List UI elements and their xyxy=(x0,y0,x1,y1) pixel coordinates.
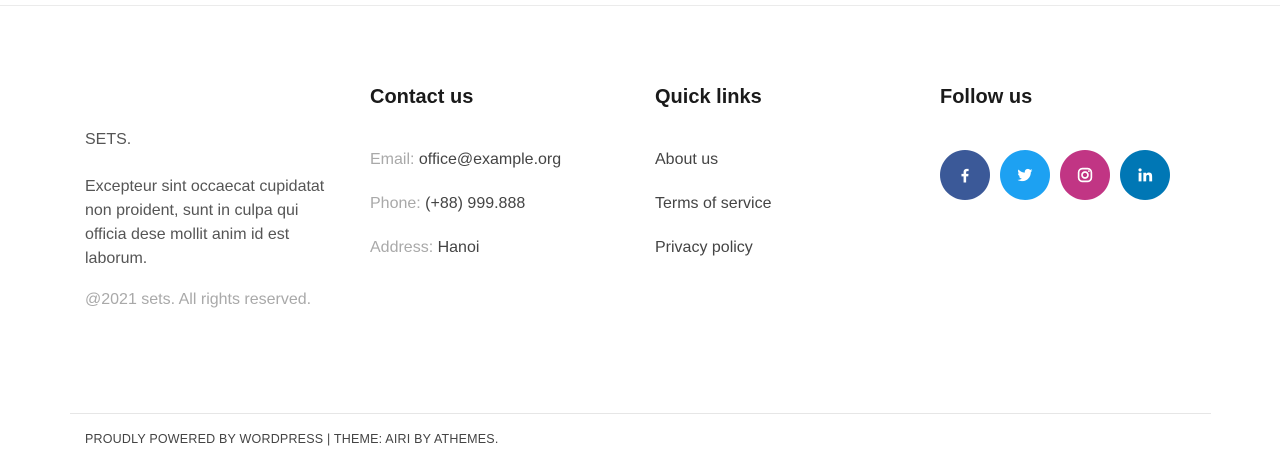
linkedin-button[interactable] xyxy=(1120,150,1170,200)
credits-suffix: . xyxy=(494,432,499,446)
top-divider xyxy=(0,5,1280,6)
twitter-icon xyxy=(1017,168,1033,182)
bottom-divider xyxy=(70,413,1211,414)
contact-email: Email: office@example.org xyxy=(370,151,561,169)
follow-title: Follow us xyxy=(940,86,1033,108)
address-label: Address: xyxy=(370,239,434,256)
wordpress-link[interactable]: WORDPRESS xyxy=(240,432,324,446)
email-label: Email: xyxy=(370,151,415,168)
contact-phone: Phone: (+88) 999.888 xyxy=(370,195,525,213)
linkedin-icon xyxy=(1138,168,1153,182)
phone-label: Phone: xyxy=(370,195,421,212)
athemes-link[interactable]: ATHEMES xyxy=(434,432,495,446)
site-credits: PROUDLY POWERED BY WORDPRESS | THEME: AI… xyxy=(85,432,499,446)
credits-by: BY xyxy=(410,432,434,446)
address-value: Hanoi xyxy=(437,239,480,256)
footer-copyright: @2021 sets. All rights reserved. xyxy=(85,291,312,308)
instagram-button[interactable] xyxy=(1060,150,1110,200)
link-about-us[interactable]: About us xyxy=(655,151,718,169)
quick-links-title: Quick links xyxy=(655,86,762,108)
facebook-button[interactable] xyxy=(940,150,990,200)
link-privacy-policy[interactable]: Privacy policy xyxy=(655,239,753,257)
contact-title: Contact us xyxy=(370,86,474,108)
theme-name: AIRI xyxy=(385,432,411,446)
credits-prefix: PROUDLY POWERED BY xyxy=(85,432,240,446)
twitter-button[interactable] xyxy=(1000,150,1050,200)
email-value[interactable]: office@example.org xyxy=(419,151,561,168)
contact-address: Address: Hanoi xyxy=(370,239,479,257)
footer-about-text: Excepteur sint occaecat cupidatat non pr… xyxy=(85,178,325,267)
phone-value[interactable]: (+88) 999.888 xyxy=(425,195,525,212)
link-terms-of-service[interactable]: Terms of service xyxy=(655,195,771,213)
facebook-icon xyxy=(961,168,969,183)
instagram-icon xyxy=(1077,167,1093,183)
footer-brand: SETS. xyxy=(85,131,132,148)
social-icons xyxy=(940,150,1170,200)
credits-separator: | THEME: xyxy=(323,432,386,446)
